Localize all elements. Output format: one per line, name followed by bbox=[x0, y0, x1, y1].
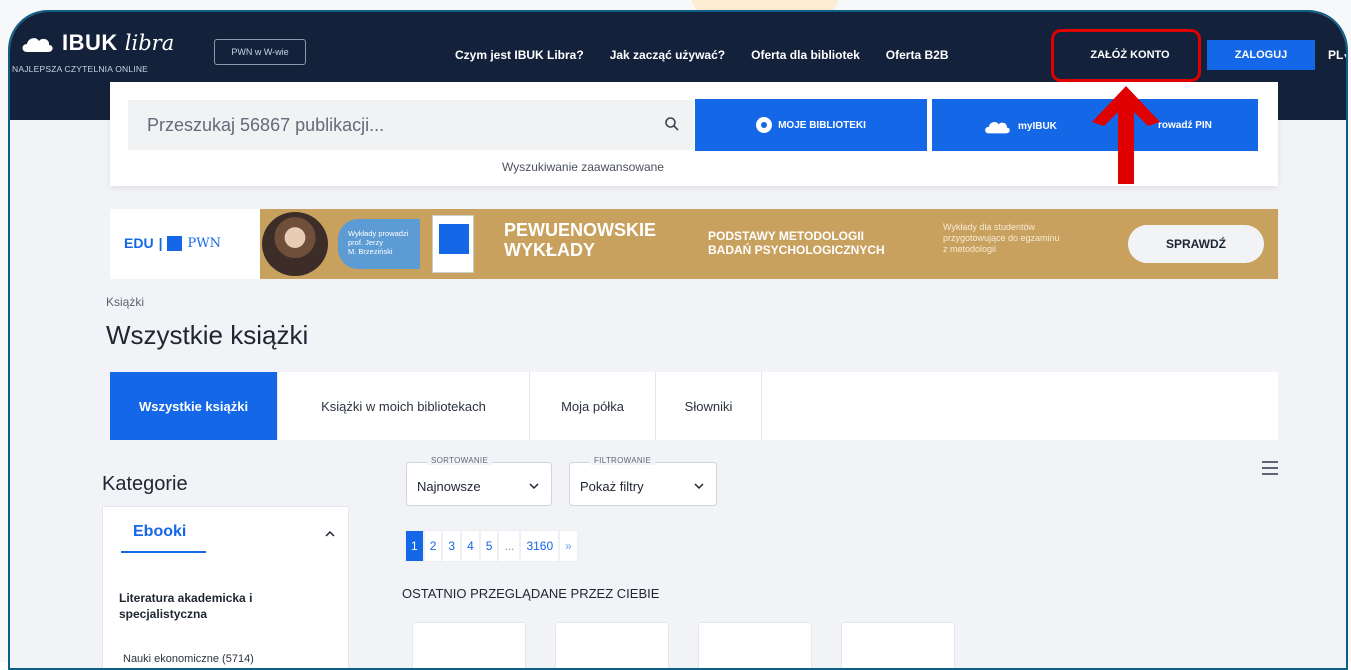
pwn-logo-icon bbox=[167, 235, 183, 251]
banner-subtitle-line: PODSTAWY METODOLOGII bbox=[708, 229, 865, 243]
banner-title: PEWUENOWSKIE WYKŁADY bbox=[504, 220, 657, 261]
recent-book-slot[interactable] bbox=[698, 622, 812, 668]
tab-all-books[interactable]: Wszystkie książki bbox=[110, 372, 278, 440]
banner-desc-line: przygotowujące do egzaminu bbox=[943, 232, 1060, 243]
page-last[interactable]: 3160 bbox=[520, 530, 560, 562]
banner-title-line: WYKŁADY bbox=[504, 239, 595, 260]
check-button[interactable]: SPRAWDŹ bbox=[1128, 225, 1264, 263]
chevron-down-icon bbox=[694, 483, 704, 490]
ebooks-underline bbox=[121, 551, 206, 553]
categories-heading: Kategorie bbox=[102, 473, 188, 495]
ibuk-logo[interactable]: IBUK libra bbox=[20, 30, 174, 56]
pagination: 1 2 3 4 5 ... 3160 » bbox=[405, 530, 578, 562]
page-next[interactable]: » bbox=[559, 530, 578, 562]
lecturer-badge: Wykłady prowadzi prof. Jerzy M. Brzezińs… bbox=[338, 219, 420, 269]
category-main[interactable]: Literatura akademicka i specjalistyczna bbox=[119, 591, 319, 622]
sort-select[interactable]: SORTOWANIE Najnowsze bbox=[406, 456, 552, 506]
search-input[interactable]: Przeszukaj 56867 publikacji... bbox=[128, 100, 694, 150]
chevron-down-icon: ▾ bbox=[1344, 51, 1346, 61]
banner-desc-line: Wykłady dla studentów bbox=[943, 222, 1035, 232]
myibuk-content: myIBUK bbox=[982, 117, 1057, 135]
tab-my-shelf[interactable]: Moja półka bbox=[530, 372, 656, 440]
logo-divider: | bbox=[158, 235, 163, 251]
tab-dictionaries[interactable]: Słowniki bbox=[656, 372, 762, 440]
category-sub[interactable]: Nauki ekonomiczne (5714) bbox=[123, 653, 254, 665]
search-placeholder: Przeszukaj 56867 publikacji... bbox=[147, 114, 385, 135]
banner-subtitle-line: BADAŃ PSYCHOLOGICZNYCH bbox=[708, 242, 885, 257]
tabs-bar: Wszystkie książki Książki w moich biblio… bbox=[110, 372, 1278, 440]
edu-label: EDU bbox=[124, 235, 154, 251]
cloud-icon bbox=[985, 122, 1010, 134]
nav-library-offer[interactable]: Oferta dla bibliotek bbox=[751, 48, 860, 62]
lecturer-line: Wykłady prowadzi bbox=[348, 229, 409, 238]
page-3[interactable]: 3 bbox=[442, 530, 462, 562]
nav-what-is-ibuk[interactable]: Czym jest IBUK Libra? bbox=[455, 48, 584, 62]
sort-value: Najnowsze bbox=[417, 479, 481, 494]
banner-brand-area: EDU | PWN bbox=[110, 209, 260, 279]
location-pin-icon bbox=[756, 117, 773, 133]
promo-banner[interactable]: EDU | PWN Wykłady prowadzi prof. Jerzy M… bbox=[110, 209, 1278, 279]
page-2[interactable]: 2 bbox=[423, 530, 443, 562]
banner-desc-line: z metodologii bbox=[943, 243, 997, 254]
filter-label: FILTROWANIE bbox=[590, 456, 656, 465]
breadcrumb[interactable]: Książki bbox=[106, 295, 144, 309]
language-label: PL bbox=[1328, 48, 1344, 62]
my-libraries-label: MOJE BIBLIOTEKI bbox=[778, 119, 866, 131]
search-icon[interactable] bbox=[664, 116, 680, 132]
chevron-up-icon[interactable] bbox=[325, 529, 335, 539]
tagline: NAJLEPSZA CZYTELNIA ONLINE bbox=[12, 64, 149, 74]
red-arrow-up-icon bbox=[1092, 86, 1160, 184]
edu-pwn-logo: EDU | PWN bbox=[124, 235, 221, 251]
page-5[interactable]: 5 bbox=[479, 530, 499, 562]
logo-text: IBUK bbox=[62, 30, 118, 55]
recent-book-slot[interactable] bbox=[412, 622, 526, 668]
ebooks-section-toggle[interactable]: Ebooki bbox=[133, 523, 186, 541]
book-thumbnail bbox=[432, 215, 474, 273]
language-selector[interactable]: PL▾ bbox=[1328, 48, 1346, 62]
sort-label: SORTOWANIE bbox=[427, 456, 493, 465]
red-highlight-box bbox=[1051, 29, 1201, 82]
banner-subtitle: PODSTAWY METODOLOGII BADAŃ PSYCHOLOGICZN… bbox=[708, 229, 885, 258]
myibuk-label: myIBUK bbox=[1018, 120, 1057, 132]
nav-b2b-offer[interactable]: Oferta B2B bbox=[886, 48, 949, 62]
filter-value: Pokaż filtry bbox=[580, 479, 644, 494]
page-ellipsis: ... bbox=[498, 530, 521, 562]
main-nav: Czym jest IBUK Libra? Jak zacząć używać?… bbox=[455, 48, 974, 62]
advanced-search-link[interactable]: Wyszukiwanie zaawansowane bbox=[502, 160, 664, 174]
page-4[interactable]: 4 bbox=[461, 530, 480, 562]
recently-viewed-heading: OSTATNIO PRZEGLĄDANE PRZEZ CIEBIE bbox=[402, 586, 660, 601]
chevron-down-icon bbox=[529, 483, 539, 490]
page-title: Wszystkie książki bbox=[106, 320, 309, 350]
nav-how-to-start[interactable]: Jak zacząć używać? bbox=[610, 48, 725, 62]
hamburger-menu-icon[interactable] bbox=[1262, 461, 1278, 475]
cloud-icon bbox=[20, 32, 54, 54]
pwn-location-button[interactable]: PWN w W-wie bbox=[214, 39, 306, 65]
categories-panel: Ebooki Literatura akademicka i specjalis… bbox=[102, 506, 349, 668]
lecturer-portrait bbox=[262, 212, 328, 276]
recent-book-slot[interactable] bbox=[841, 622, 955, 668]
banner-description: Wykłady dla studentów przygotowujące do … bbox=[943, 222, 1060, 254]
lecturer-line: prof. Jerzy bbox=[348, 238, 384, 247]
pwn-label: PWN bbox=[187, 235, 221, 251]
banner-title-line: PEWUENOWSKIE bbox=[504, 220, 657, 240]
login-button[interactable]: ZALOGUJ bbox=[1207, 40, 1315, 70]
my-libraries-button[interactable]: MOJE BIBLIOTEKI bbox=[695, 99, 927, 151]
filter-select[interactable]: FILTROWANIE Pokaż filtry bbox=[569, 456, 717, 506]
recent-book-slot[interactable] bbox=[555, 622, 669, 668]
logo-script-text: libra bbox=[124, 31, 175, 55]
page-1[interactable]: 1 bbox=[405, 530, 424, 562]
tab-books-in-my-libraries[interactable]: Książki w moich bibliotekach bbox=[278, 372, 530, 440]
enter-pin-label[interactable]: rowadź PIN bbox=[1158, 120, 1212, 131]
browser-frame: IBUK libra NAJLEPSZA CZYTELNIA ONLINE PW… bbox=[8, 10, 1348, 670]
lecturer-line: M. Brzeziński bbox=[348, 247, 393, 256]
